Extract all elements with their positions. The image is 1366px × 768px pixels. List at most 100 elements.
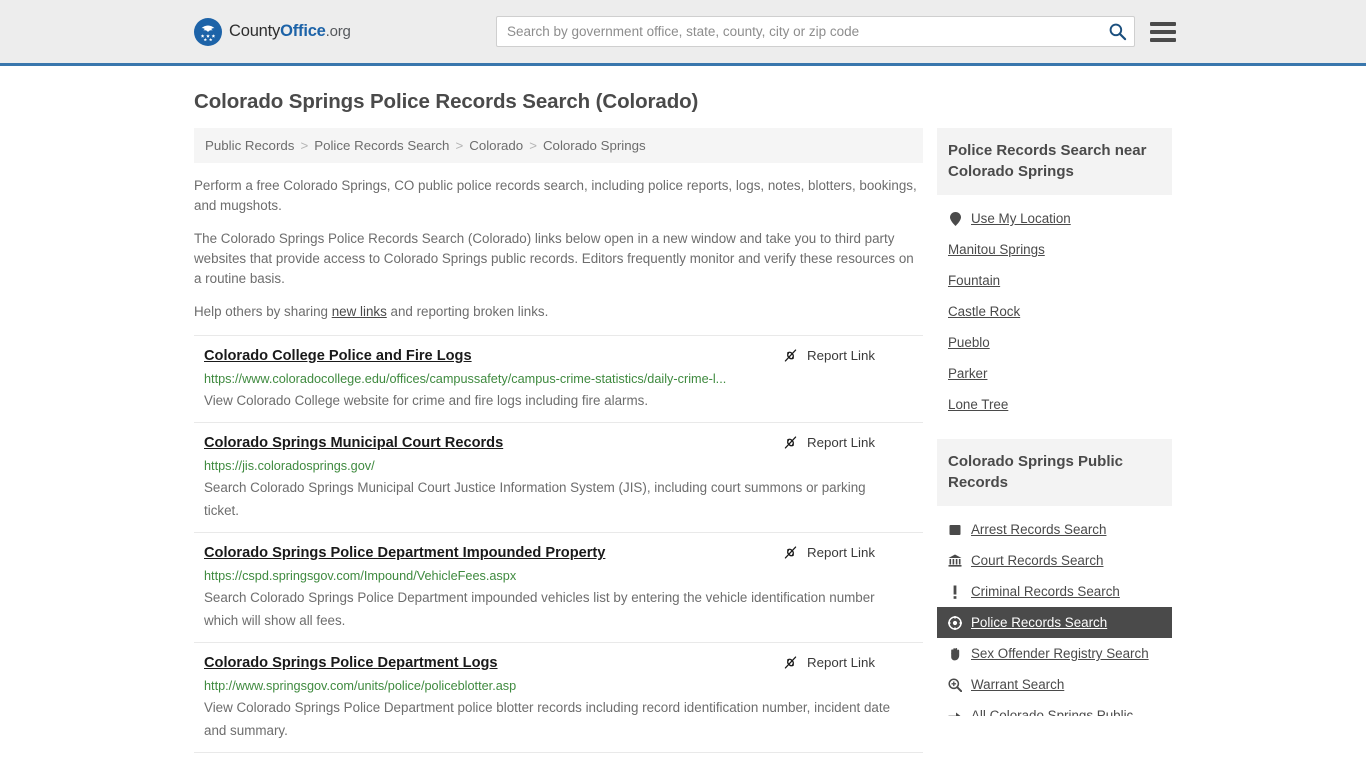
hamburger-bar: [1150, 37, 1176, 42]
site-logo[interactable]: CountyOffice.org: [194, 17, 351, 46]
magnifier-plus-icon: [948, 677, 962, 692]
report-link-label: Report Link: [807, 348, 875, 363]
police-badge-icon: [948, 615, 962, 630]
sidebar-item-parker[interactable]: Parker: [937, 358, 1172, 389]
sidebar-public-records-block: Colorado Springs Public Records Arrest R…: [937, 439, 1172, 716]
results-bottom-divider: [194, 752, 923, 753]
result-title-link[interactable]: Colorado Springs Municipal Court Records: [204, 434, 503, 453]
sidebar-item-sex-offender-registry-search[interactable]: Sex Offender Registry Search: [937, 638, 1172, 669]
intro-p3-after: and reporting broken links.: [386, 304, 549, 319]
search-button[interactable]: [1100, 17, 1134, 46]
report-link-button[interactable]: Report Link: [782, 544, 875, 561]
fingerprint-icon: [948, 523, 962, 537]
sidebar-public-records-list: Arrest Records Search Court Records Sear…: [937, 506, 1172, 716]
sidebar-item-use-my-location[interactable]: Use My Location: [937, 203, 1172, 234]
sidebar-item-label: Criminal Records Search: [971, 584, 1120, 599]
sidebar-item-label: Use My Location: [971, 211, 1071, 226]
arrow-right-icon: [948, 708, 962, 716]
search-box[interactable]: [496, 16, 1135, 47]
result-title-link[interactable]: Colorado College Police and Fire Logs: [204, 347, 472, 366]
report-link-button[interactable]: Report Link: [782, 347, 875, 364]
sidebar-item-manitou-springs[interactable]: Manitou Springs: [937, 234, 1172, 265]
hamburger-bar: [1150, 29, 1176, 34]
breadcrumb-separator: >: [300, 138, 309, 153]
map-pin-icon: [948, 211, 962, 226]
search-input[interactable]: [497, 17, 1100, 46]
breadcrumb: Public Records > Police Records Search >…: [194, 128, 923, 163]
broken-link-icon: [784, 546, 797, 559]
logo-text-office: Office: [280, 22, 326, 40]
result-item: Colorado College Police and Fire Logs Re…: [194, 335, 923, 422]
sidebar-item-fountain[interactable]: Fountain: [937, 265, 1172, 296]
sidebar-item-warrant-search[interactable]: Warrant Search: [937, 669, 1172, 700]
result-item: Colorado Springs Police Department Impou…: [194, 532, 923, 642]
breadcrumb-separator: >: [455, 138, 464, 153]
result-item: Colorado Springs Municipal Court Records…: [194, 422, 923, 532]
report-link-button[interactable]: Report Link: [782, 434, 875, 451]
sidebar-item-criminal-records-search[interactable]: Criminal Records Search: [937, 576, 1172, 607]
sidebar-heading-public-records: Colorado Springs Public Records: [937, 439, 1172, 506]
report-link-label: Report Link: [807, 435, 875, 450]
new-links-link[interactable]: new links: [332, 304, 387, 319]
sidebar-item-lone-tree[interactable]: Lone Tree: [937, 389, 1172, 420]
sidebar-item-label: Warrant Search: [971, 677, 1065, 692]
breadcrumb-item-colorado[interactable]: Colorado: [469, 138, 523, 153]
sidebar-item-label: All Colorado Springs Public: [971, 708, 1134, 716]
hand-icon: [948, 647, 962, 661]
sidebar-item-label: Parker: [948, 366, 988, 381]
broken-link-icon: [784, 656, 797, 669]
result-url: https://www.coloradocollege.edu/offices/…: [204, 372, 727, 386]
report-link-button[interactable]: Report Link: [782, 654, 875, 671]
result-description: View Colorado College website for crime …: [204, 393, 649, 408]
sidebar-item-pueblo[interactable]: Pueblo: [937, 327, 1172, 358]
sidebar-item-label: Arrest Records Search: [971, 522, 1107, 537]
result-title-link[interactable]: Colorado Springs Police Department Logs: [204, 654, 498, 673]
result-description: Search Colorado Springs Police Departmen…: [204, 590, 875, 628]
sidebar-heading-nearby: Police Records Search near Colorado Spri…: [937, 128, 1172, 195]
main-column: Public Records > Police Records Search >…: [194, 128, 923, 753]
report-link-label: Report Link: [807, 545, 875, 560]
sidebar-item-label: Sex Offender Registry Search: [971, 646, 1149, 661]
sidebar-nearby-list: Use My Location Manitou Springs Fountain…: [937, 195, 1172, 420]
hamburger-bar: [1150, 21, 1176, 26]
sidebar-item-court-records-search[interactable]: Court Records Search: [937, 545, 1172, 576]
result-url: https://jis.coloradosprings.gov/: [204, 459, 375, 473]
intro-paragraph-2: The Colorado Springs Police Records Sear…: [194, 231, 914, 286]
result-title-link[interactable]: Colorado Springs Police Department Impou…: [204, 544, 605, 563]
result-item: Colorado Springs Police Department Logs …: [194, 642, 923, 752]
logo-text: CountyOffice.org: [229, 22, 351, 41]
sidebar-item-label: Fountain: [948, 273, 1001, 288]
hamburger-menu-icon[interactable]: [1150, 21, 1176, 42]
intro-paragraph-3: Help others by sharing new links and rep…: [194, 302, 923, 322]
sidebar-item-all-colorado-springs-public[interactable]: All Colorado Springs Public: [937, 700, 1172, 716]
breadcrumb-item-colorado-springs: Colorado Springs: [542, 138, 646, 153]
breadcrumb-separator: >: [529, 138, 537, 153]
sidebar-item-label: Castle Rock: [948, 304, 1021, 319]
sidebar-item-police-records-search[interactable]: Police Records Search: [937, 607, 1172, 638]
sidebar-item-arrest-records-search[interactable]: Arrest Records Search: [937, 514, 1172, 545]
breadcrumb-item-police-records-search[interactable]: Police Records Search: [314, 138, 449, 153]
logo-text-county: County: [229, 22, 281, 40]
logo-text-org: .org: [325, 23, 351, 40]
broken-link-icon: [784, 436, 797, 449]
exclamation-icon: [948, 585, 962, 599]
site-header: CountyOffice.org: [0, 0, 1366, 66]
result-url: https://cspd.springsgov.com/Impound/Vehi…: [204, 569, 517, 583]
page-body: Colorado Springs Police Records Search (…: [0, 66, 1366, 753]
sidebar-item-label: Lone Tree: [948, 397, 1009, 412]
broken-link-icon: [784, 349, 797, 362]
sidebar-item-castle-rock[interactable]: Castle Rock: [937, 296, 1172, 327]
report-link-label: Report Link: [807, 655, 875, 670]
sidebar-item-label: Court Records Search: [971, 553, 1104, 568]
intro-text: Perform a free Colorado Springs, CO publ…: [194, 163, 923, 322]
sidebar-item-label: Pueblo: [948, 335, 990, 350]
sidebar: Police Records Search near Colorado Spri…: [937, 128, 1172, 716]
result-description: View Colorado Springs Police Department …: [204, 700, 891, 738]
sidebar-item-label: Manitou Springs: [948, 242, 1045, 257]
eagle-seal-icon: [194, 17, 222, 46]
result-description: Search Colorado Springs Municipal Court …: [204, 480, 866, 518]
breadcrumb-item-public-records[interactable]: Public Records: [205, 138, 294, 153]
page-title: Colorado Springs Police Records Search (…: [194, 90, 699, 113]
sidebar-item-label: Police Records Search: [971, 615, 1108, 630]
intro-p3-before: Help others by sharing: [194, 304, 332, 319]
